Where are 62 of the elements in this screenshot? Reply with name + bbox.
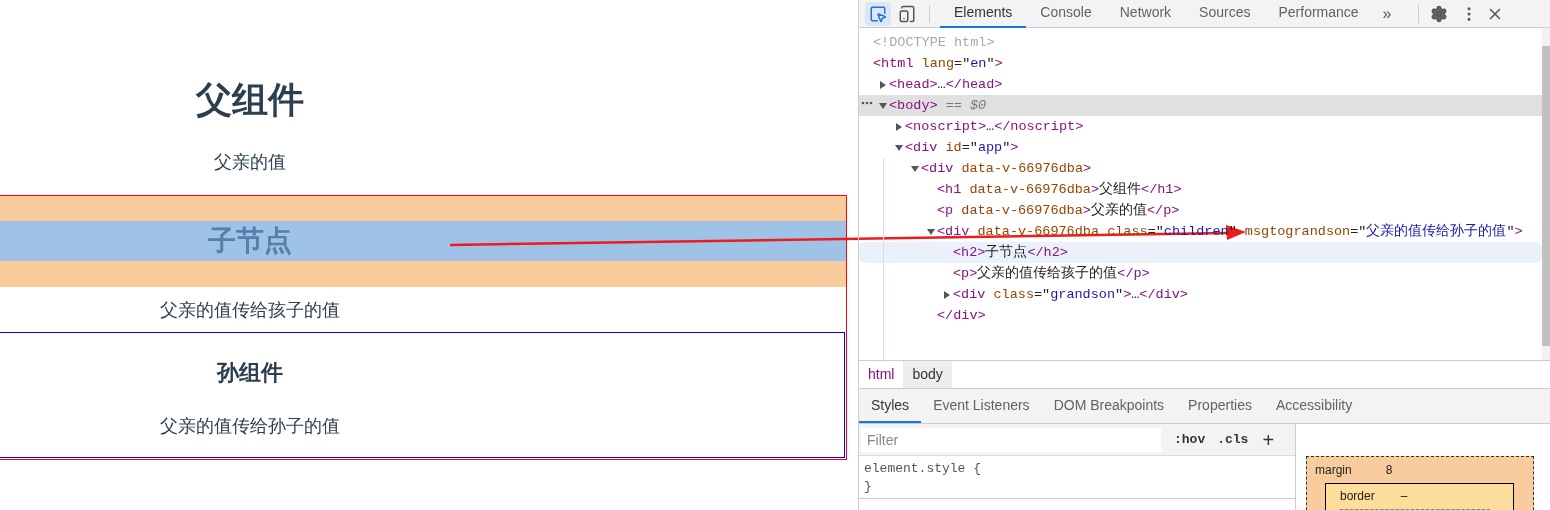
dom-node-code: <div data-v-66976dba>	[921, 160, 1092, 178]
class-toggle-button[interactable]: .cls	[1217, 429, 1249, 450]
dom-node-code: <noscript>…</noscript>	[905, 118, 1084, 136]
ellipsis-icon[interactable]	[861, 101, 873, 105]
grandson-text: 父亲的值传给孙子的值	[160, 415, 340, 437]
devtools-tab[interactable]: Performance	[1264, 0, 1373, 28]
grandson-heading: 孙组件	[217, 359, 283, 387]
dom-node-code: <p data-v-66976dba>父亲的值</p>	[937, 201, 1180, 220]
dom-node-code: <h2>子节点</h2>	[953, 243, 1068, 262]
dom-node-row[interactable]: <html lang="en">	[859, 53, 1542, 74]
style-rule-selector: element.style {	[864, 460, 983, 478]
margin-label: margin	[1315, 462, 1352, 479]
triangle-icon[interactable]	[895, 143, 903, 152]
dom-node-row[interactable]: <div class="grandson">…</div>	[859, 284, 1542, 305]
dom-node-row[interactable]: <p>父亲的值传给孩子的值</p>	[859, 263, 1542, 284]
hover-state-button[interactable]: :hov	[1174, 429, 1206, 450]
dom-node-row[interactable]: <head>…</head>	[859, 74, 1542, 95]
dom-node-code: <html lang="en">	[873, 55, 1003, 73]
devtools-tab[interactable]: Network	[1105, 0, 1186, 28]
filter-field[interactable]: Filter	[861, 427, 1161, 452]
dom-node-code: <!DOCTYPE html>	[873, 34, 995, 52]
dom-node-code: <div class="grandson">…</div>	[953, 286, 1188, 304]
triangle-icon[interactable]	[943, 290, 951, 299]
styles-tab[interactable]: Accessibility	[1263, 389, 1365, 423]
child-heading: 子节点	[208, 224, 292, 258]
styles-tab[interactable]: Event Listeners	[921, 389, 1042, 423]
dom-node-code: <div id="app">	[905, 139, 1019, 157]
dom-node-row[interactable]: <body> == $0	[859, 95, 1542, 116]
dom-node-code: <head>…</head>	[889, 76, 1003, 94]
triangle-icon[interactable]	[927, 227, 935, 236]
dom-node-row[interactable]: <div id="app">	[859, 137, 1542, 158]
new-rule-button[interactable]: +	[1262, 429, 1275, 450]
breadcrumb[interactable]: body	[903, 361, 952, 388]
styles-tab[interactable]: DOM Breakpoints	[1041, 389, 1177, 423]
triangle-icon[interactable]	[911, 164, 919, 173]
devtools-tab[interactable]: Console	[1026, 0, 1106, 28]
dom-node-code: <p>父亲的值传给孩子的值</p>	[953, 264, 1150, 283]
margin-value: 8	[1385, 462, 1393, 479]
styles-tab[interactable]: Properties	[1176, 389, 1264, 423]
dom-node-code: <body> == $0	[889, 97, 987, 115]
child-text: 父亲的值传给孩子的值	[160, 298, 340, 321]
page-text: 父亲的值	[214, 151, 286, 173]
dom-node-row[interactable]: <h1 data-v-66976dba>父组件</h1>	[859, 179, 1542, 200]
devtools-tab[interactable]: Elements	[940, 0, 1027, 28]
dom-node-row[interactable]: <noscript>…</noscript>	[859, 116, 1542, 137]
triangle-icon[interactable]	[895, 122, 903, 131]
dom-node-row[interactable]: <h2>子节点</h2>	[859, 242, 1542, 263]
dom-node-row[interactable]: <p data-v-66976dba>父亲的值</p>	[859, 200, 1542, 221]
more-tabs-button[interactable]: »	[1372, 1, 1402, 26]
devtools-tab[interactable]: Sources	[1185, 0, 1265, 28]
breadcrumb[interactable]: html	[859, 361, 904, 388]
triangle-icon[interactable]	[879, 80, 887, 89]
dom-closing-tag: </div>	[937, 305, 986, 326]
border-value: –	[1400, 488, 1408, 505]
style-rule-close: }	[864, 478, 873, 496]
page-heading: 父组件	[196, 78, 304, 122]
dom-node-row[interactable]: <div data-v-66976dba>	[859, 158, 1542, 179]
inspect-icon[interactable]	[865, 1, 891, 26]
scrollbar[interactable]	[1542, 28, 1550, 360]
dom-node-code: <h1 data-v-66976dba>父组件</h1>	[937, 180, 1182, 199]
border-label: border	[1340, 488, 1375, 505]
triangle-icon[interactable]	[879, 101, 887, 110]
